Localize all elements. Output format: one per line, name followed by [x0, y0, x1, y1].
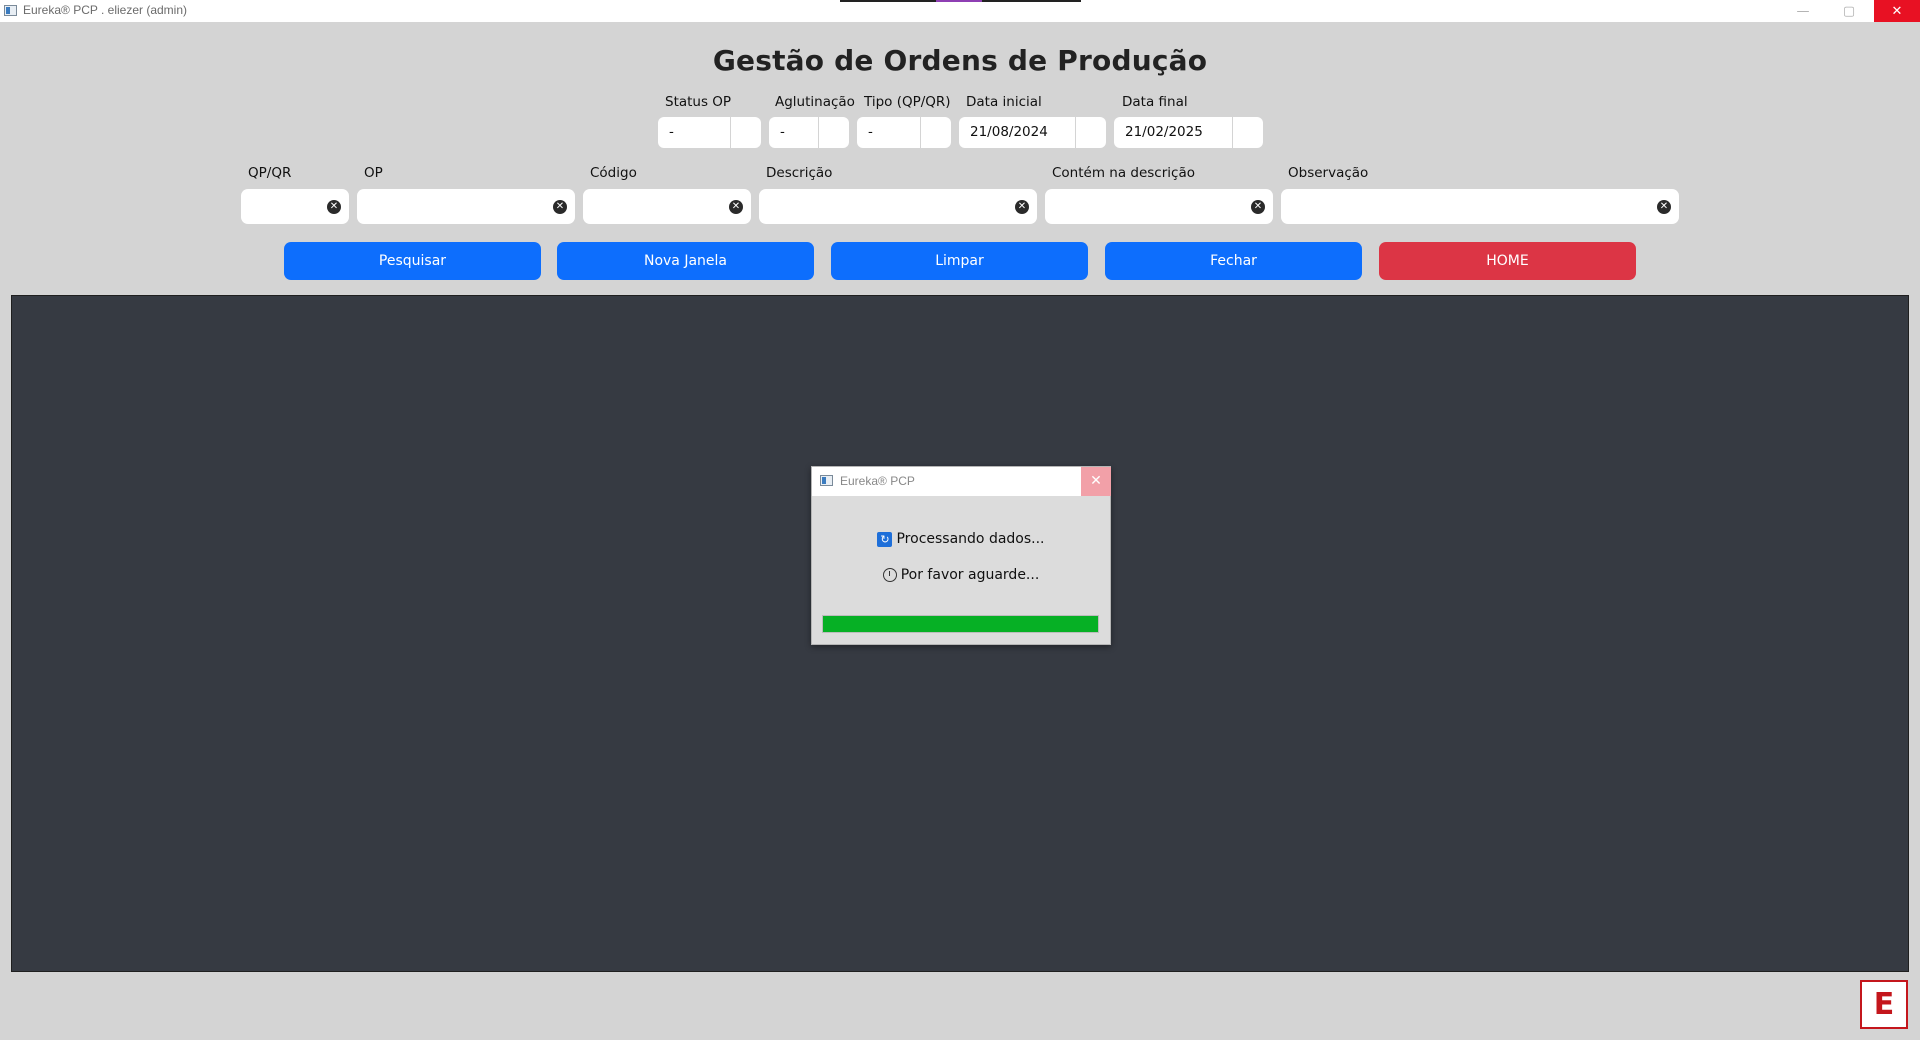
- calendar-dropdown-icon[interactable]: [1076, 117, 1106, 148]
- clear-icon[interactable]: ✕: [553, 200, 567, 214]
- dialog-title: Eureka® PCP: [840, 474, 915, 488]
- codigo-label: Código: [590, 165, 637, 181]
- data-inicial-value: 21/08/2024: [959, 117, 1076, 148]
- tipo-select[interactable]: -: [857, 117, 951, 148]
- descricao-input[interactable]: [759, 189, 1007, 224]
- aglutinacao-select[interactable]: -: [769, 117, 849, 148]
- calendar-dropdown-icon[interactable]: [1233, 117, 1263, 148]
- close-button[interactable]: Fechar: [1105, 242, 1362, 280]
- data-final-picker[interactable]: 21/02/2025: [1114, 117, 1263, 148]
- wait-text: Por favor aguarde...: [900, 567, 1040, 583]
- minimize-button[interactable]: —: [1780, 0, 1826, 22]
- status-op-select[interactable]: -: [658, 117, 761, 148]
- clear-icon[interactable]: ✕: [729, 200, 743, 214]
- qp-qr-field[interactable]: ✕: [241, 189, 349, 224]
- descricao-field[interactable]: ✕: [759, 189, 1037, 224]
- descricao-label: Descrição: [766, 165, 833, 181]
- clear-icon[interactable]: ✕: [1251, 200, 1265, 214]
- clear-icon[interactable]: ✕: [1657, 200, 1671, 214]
- stopwatch-icon: [882, 568, 897, 582]
- tipo-value: -: [857, 117, 921, 148]
- refresh-icon: ↻: [877, 531, 893, 547]
- window-titlebar: Eureka® PCP . eliezer (admin) — ▢ ✕: [0, 0, 1920, 22]
- aglutinacao-value: -: [769, 117, 819, 148]
- app-window-icon: [4, 5, 17, 16]
- contem-descricao-field[interactable]: ✕: [1045, 189, 1273, 224]
- dropdown-arrow-icon[interactable]: [921, 117, 951, 148]
- codigo-field[interactable]: ✕: [583, 189, 751, 224]
- contem-descricao-input[interactable]: [1045, 189, 1243, 224]
- tipo-label: Tipo (QP/QR): [864, 94, 951, 110]
- clear-icon[interactable]: ✕: [1015, 200, 1029, 214]
- eureka-logo: E: [1860, 980, 1908, 1029]
- op-label: OP: [364, 165, 383, 181]
- dialog-processing-line: ↻ Processando dados...: [812, 531, 1110, 547]
- contem-descricao-label: Contém na descrição: [1052, 165, 1195, 181]
- data-final-label: Data final: [1122, 94, 1188, 110]
- progress-bar: [822, 615, 1099, 633]
- aglutinacao-label: Aglutinação: [775, 94, 855, 110]
- dropdown-arrow-icon[interactable]: [731, 117, 761, 148]
- window-close-button[interactable]: ✕: [1874, 0, 1920, 22]
- op-input[interactable]: [357, 189, 545, 224]
- search-button[interactable]: Pesquisar: [284, 242, 541, 280]
- observacao-input[interactable]: [1281, 189, 1649, 224]
- page-title: Gestão de Ordens de Produção: [712, 44, 1208, 77]
- taskbar-indicator: [840, 0, 1081, 2]
- op-field[interactable]: ✕: [357, 189, 575, 224]
- home-button[interactable]: HOME: [1379, 242, 1636, 280]
- window-title: Eureka® PCP . eliezer (admin): [23, 3, 188, 17]
- status-op-label: Status OP: [665, 94, 732, 110]
- new-window-button[interactable]: Nova Janela: [557, 242, 814, 280]
- qp-qr-label: QP/QR: [248, 165, 292, 181]
- data-inicial-picker[interactable]: 21/08/2024: [959, 117, 1106, 148]
- processing-text: Processando dados...: [896, 531, 1045, 547]
- clear-icon[interactable]: ✕: [327, 200, 341, 214]
- data-inicial-label: Data inicial: [966, 94, 1042, 110]
- observacao-label: Observação: [1288, 165, 1369, 181]
- dialog-wait-line: Por favor aguarde...: [812, 567, 1110, 583]
- qp-qr-input[interactable]: [241, 189, 319, 224]
- status-op-value: -: [658, 117, 731, 148]
- dropdown-arrow-icon[interactable]: [819, 117, 849, 148]
- dialog-titlebar: Eureka® PCP ✕: [812, 467, 1111, 496]
- codigo-input[interactable]: [583, 189, 721, 224]
- clear-button[interactable]: Limpar: [831, 242, 1088, 280]
- processing-dialog: Eureka® PCP ✕ ↻ Processando dados... Por …: [811, 466, 1111, 645]
- data-final-value: 21/02/2025: [1114, 117, 1233, 148]
- maximize-button[interactable]: ▢: [1826, 0, 1872, 22]
- app-window-icon: [820, 475, 833, 486]
- progress-bar-fill: [823, 616, 1098, 632]
- dialog-close-button[interactable]: ✕: [1081, 467, 1111, 496]
- observacao-field[interactable]: ✕: [1281, 189, 1679, 224]
